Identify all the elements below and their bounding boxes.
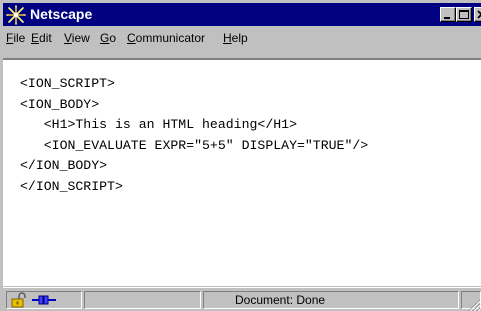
close-button[interactable] [474, 7, 481, 22]
minimize-button[interactable] [440, 7, 456, 22]
menu-go[interactable]: Go [100, 31, 116, 45]
menu-help[interactable]: Help [223, 31, 248, 45]
menu-view[interactable]: View [64, 31, 90, 45]
minimize-icon [444, 17, 450, 19]
menu-edit[interactable]: Edit [31, 31, 52, 45]
status-bar: Document: Done [3, 287, 481, 311]
menu-communicator[interactable]: Communicator [127, 31, 205, 45]
menu-bar: File Edit View Go Communicator Help [3, 27, 481, 49]
netscape-window: Netscape File Edit View Go Communicator … [0, 0, 481, 311]
code-line: <ION_EVALUATE EXPR="5+5" DISPLAY="TRUE"/… [20, 137, 369, 153]
connection-plug-icon [32, 295, 56, 305]
maximize-icon [459, 10, 469, 19]
document-source: <ION_SCRIPT> <ION_BODY> <H1>This is an HT… [20, 74, 368, 197]
unlocked-padlock-icon[interactable] [10, 292, 28, 308]
code-line: </ION_SCRIPT> [20, 178, 123, 194]
progress-panel [84, 291, 201, 309]
status-message: Document: Done [235, 293, 326, 307]
menu-file[interactable]: File [6, 31, 25, 45]
close-icon [477, 10, 481, 19]
code-line: <ION_SCRIPT> [20, 76, 115, 91]
window-title: Netscape [30, 6, 93, 22]
status-icons-panel [6, 291, 82, 309]
netscape-star-icon [6, 5, 26, 25]
code-line: <H1>This is an HTML heading</H1> [20, 117, 297, 132]
code-line: </ION_BODY> [20, 158, 108, 173]
code-line: <ION_BODY> [20, 96, 100, 112]
title-bar[interactable]: Netscape [3, 3, 481, 26]
resize-grip-icon[interactable] [465, 296, 481, 311]
maximize-button[interactable] [456, 7, 472, 22]
